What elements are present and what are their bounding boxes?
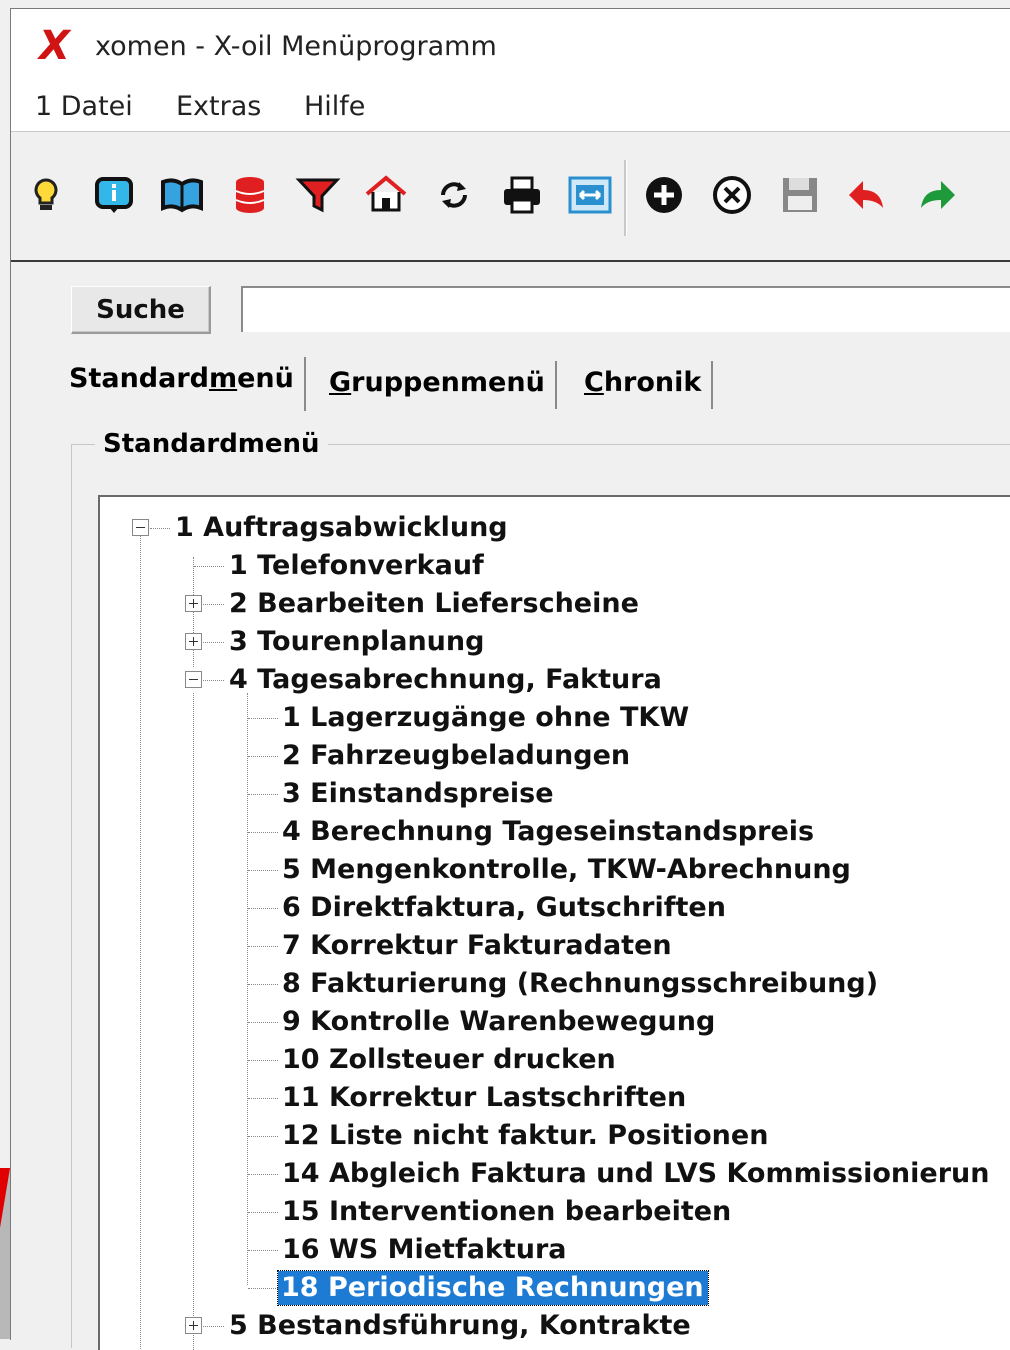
tree-node-bestandsfuehrung[interactable]: 5 Bestandsführung, Kontrakte bbox=[229, 1309, 691, 1343]
tree-guide-level2 bbox=[247, 693, 248, 1285]
xomen-logo: X bbox=[39, 23, 70, 69]
tree-node-interventionen[interactable]: 15 Interventionen bearbeiten bbox=[282, 1195, 731, 1229]
toolbar bbox=[11, 131, 1010, 262]
refresh-icon[interactable] bbox=[429, 170, 479, 220]
tree-connector bbox=[248, 794, 278, 795]
tab-chronik[interactable]: Chronik bbox=[574, 361, 714, 409]
expander-minus[interactable] bbox=[132, 519, 149, 536]
tree-connector bbox=[203, 642, 224, 643]
tree-node-tageseinstandspreis[interactable]: 4 Berechnung Tageseinstandspreis bbox=[282, 815, 814, 849]
tree-connector bbox=[150, 528, 170, 529]
tree-node-ws-mietfaktura[interactable]: 16 WS Mietfaktura bbox=[282, 1233, 567, 1267]
tree-node-einstandspreise[interactable]: 3 Einstandspreise bbox=[282, 777, 554, 811]
tree-connector bbox=[248, 984, 278, 985]
menu-datei[interactable]: 1 Datei bbox=[35, 91, 133, 123]
tree-connector bbox=[194, 566, 224, 567]
tree-connector bbox=[248, 1098, 278, 1099]
window-title: xomen - X-oil Menüprogramm bbox=[95, 31, 497, 62]
tab-gruppenmenu[interactable]: Gruppenmenü bbox=[319, 361, 557, 409]
expander-plus[interactable] bbox=[185, 1317, 202, 1334]
menu-extras[interactable]: Extras bbox=[176, 91, 261, 123]
app-window: X xomen - X-oil Menüprogramm 1 Datei Ext… bbox=[10, 8, 1010, 1350]
tree-connector bbox=[248, 870, 278, 871]
tree-guide-level1-upper bbox=[193, 557, 194, 667]
tree-connector bbox=[248, 908, 278, 909]
title-bar: X xomen - X-oil Menüprogramm bbox=[11, 9, 1010, 79]
tree-connector bbox=[248, 756, 278, 757]
lightbulb-icon[interactable] bbox=[21, 170, 71, 220]
tree-node-abgleich-faktura[interactable]: 14 Abgleich Faktura und LVS Kommissionie… bbox=[282, 1157, 989, 1191]
tab-gruppenmenu-accel: G bbox=[329, 367, 352, 398]
tree-node-fahrzeugbeladungen[interactable]: 2 Fahrzeugbeladungen bbox=[282, 739, 630, 773]
tree-node-kontrolle-warenbewegung[interactable]: 9 Kontrolle Warenbewegung bbox=[282, 1005, 715, 1039]
home-icon[interactable] bbox=[361, 170, 411, 220]
tree-connector bbox=[248, 1174, 278, 1175]
save-icon[interactable] bbox=[775, 170, 825, 220]
search-input[interactable] bbox=[241, 286, 1010, 332]
tab-standardmenu-accel: m bbox=[208, 363, 238, 394]
tree-node-korrektur-fakturadaten[interactable]: 7 Korrektur Fakturadaten bbox=[282, 929, 672, 963]
undo-icon[interactable] bbox=[843, 170, 893, 220]
tree-node-korrektur-lastschriften[interactable]: 11 Korrektur Lastschriften bbox=[282, 1081, 686, 1115]
tree-guide-level1-lower bbox=[193, 693, 194, 1350]
tab-chronik-accel: C bbox=[584, 367, 604, 398]
database-icon[interactable] bbox=[225, 170, 275, 220]
tree-node-fakturierung[interactable]: 8 Fakturierung (Rechnungsschreibung) bbox=[282, 967, 878, 1001]
tree-connector bbox=[248, 1060, 278, 1061]
tab-standardmenu[interactable]: Standardmenü bbox=[59, 357, 306, 411]
tree-node-zollsteuer[interactable]: 10 Zollsteuer drucken bbox=[282, 1043, 616, 1077]
expander-plus[interactable] bbox=[185, 595, 202, 612]
menu-bar: 1 Datei Extras Hilfe bbox=[11, 79, 1010, 131]
tab-standardmenu-post: enü bbox=[237, 363, 294, 394]
tree-connector bbox=[203, 680, 224, 681]
tree-connector bbox=[248, 1288, 278, 1289]
tree-node-lagerzugaenge[interactable]: 1 Lagerzugänge ohne TKW bbox=[282, 701, 689, 735]
tab-gruppenmenu-post: ruppenmenü bbox=[351, 367, 545, 398]
tree-connector bbox=[248, 1212, 278, 1213]
filter-icon[interactable] bbox=[293, 170, 343, 220]
resize-icon[interactable] bbox=[565, 170, 615, 220]
expander-minus[interactable] bbox=[185, 671, 202, 688]
background-window-accent bbox=[0, 1168, 10, 1228]
tree-node-telefonverkauf[interactable]: 1 Telefonverkauf bbox=[229, 549, 484, 583]
tree-connector bbox=[248, 946, 278, 947]
groupbox-border-left bbox=[71, 444, 72, 1348]
tree-node-mengenkontrolle[interactable]: 5 Mengenkontrolle, TKW-Abrechnung bbox=[282, 853, 851, 887]
tree-node-periodische-rechnungen[interactable]: 18 Periodische Rechnungen bbox=[277, 1270, 709, 1306]
tree-node-lieferscheine[interactable]: 2 Bearbeiten Lieferscheine bbox=[229, 587, 639, 621]
redo-icon[interactable] bbox=[911, 170, 961, 220]
tree-node-direktfaktura[interactable]: 6 Direktfaktura, Gutschriften bbox=[282, 891, 726, 925]
tree-node-liste-positionen[interactable]: 12 Liste nicht faktur. Positionen bbox=[282, 1119, 768, 1153]
tree-connector bbox=[248, 1250, 278, 1251]
expander-plus[interactable] bbox=[185, 633, 202, 650]
tree-node-tagesabrechnung[interactable]: 4 Tagesabrechnung, Faktura bbox=[229, 663, 662, 697]
tree-connector bbox=[203, 1326, 224, 1327]
toolbar-separator bbox=[624, 160, 627, 236]
tree-connector bbox=[203, 604, 224, 605]
tab-standardmenu-pre: Standard bbox=[69, 363, 209, 394]
tree-connector bbox=[248, 718, 278, 719]
printer-icon[interactable] bbox=[497, 170, 547, 220]
tree-connector bbox=[248, 832, 278, 833]
menu-tree: 1 Auftragsabwicklung 1 Telefonverkauf 2 … bbox=[98, 495, 1010, 1350]
add-icon[interactable] bbox=[639, 170, 689, 220]
book-icon[interactable] bbox=[157, 170, 207, 220]
tab-chronik-post: hronik bbox=[603, 367, 702, 398]
info-icon[interactable] bbox=[89, 170, 139, 220]
tree-node-auftragsabwicklung[interactable]: 1 Auftragsabwicklung bbox=[175, 511, 508, 545]
search-button[interactable]: Suche bbox=[71, 286, 211, 334]
tree-guide-root bbox=[140, 527, 141, 1350]
tree-connector bbox=[248, 1022, 278, 1023]
delete-icon[interactable] bbox=[707, 170, 757, 220]
tree-node-tourenplanung[interactable]: 3 Tourenplanung bbox=[229, 625, 484, 659]
groupbox-title: Standardmenü bbox=[95, 426, 328, 462]
tree-connector bbox=[248, 1136, 278, 1137]
menu-hilfe[interactable]: Hilfe bbox=[304, 91, 365, 123]
